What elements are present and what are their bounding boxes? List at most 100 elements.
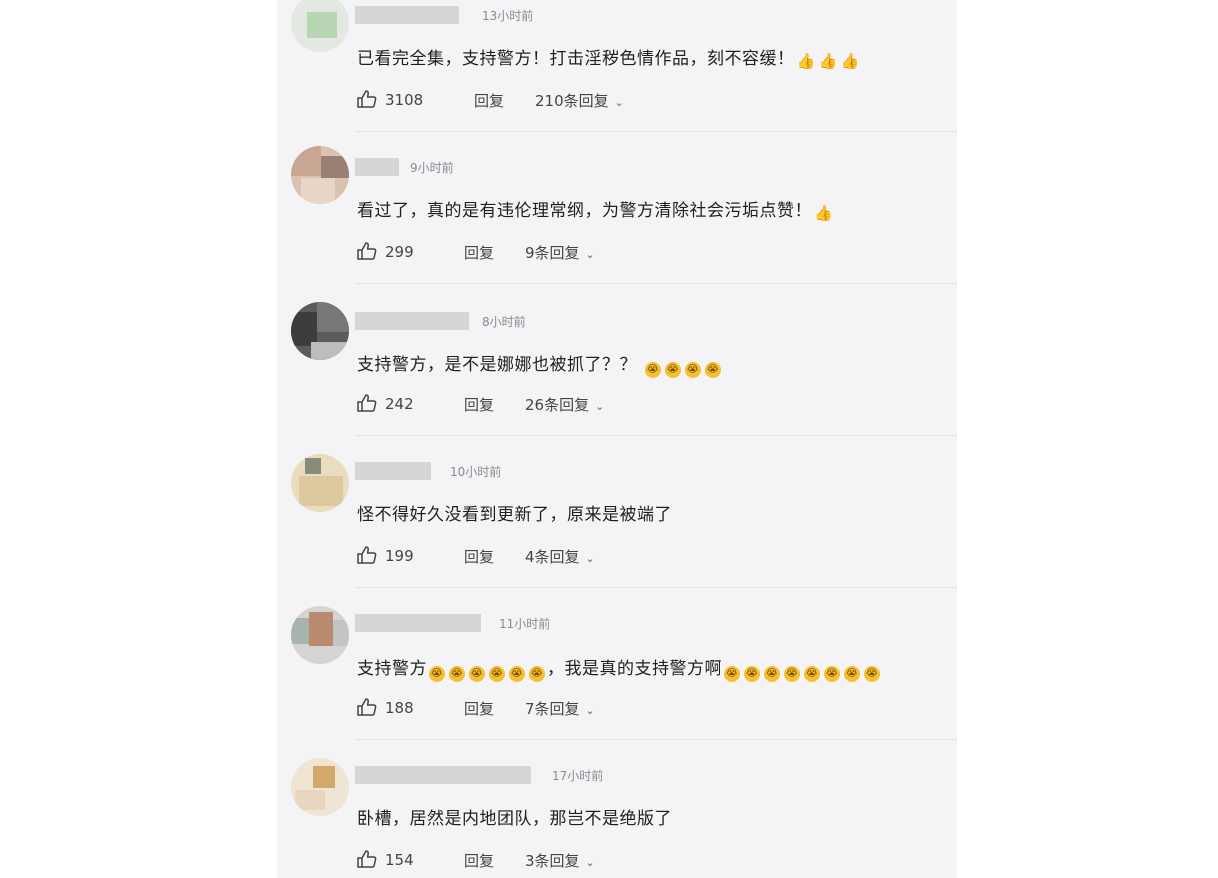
like-button[interactable]: 188 [357,698,414,717]
thumbs-up-outline-icon [357,698,377,716]
comment-time: 10小时前 [450,465,502,479]
chevron-down-icon: ⌄ [585,704,595,717]
like-button[interactable]: 299 [357,242,414,261]
comment-actions: 3108 回复 210条回复 ⌄ [357,90,757,114]
reply-button[interactable]: 回复 [474,90,504,111]
thumbs-up-icon: 👍 [840,52,860,70]
crying-face-icon: 😭 [784,666,800,682]
comment-text: 卧槽，居然是内地团队，那岂不是绝版了 [357,804,672,829]
comment-text: 已看完全集，支持警方！打击淫秽色情作品，刻不容缓！ 👍 👍 👍 [357,44,861,69]
crying-face-icon: 😭 [644,362,661,378]
username-blurred[interactable] [355,158,399,176]
crying-face-icon: 😭 [469,666,485,682]
like-count: 242 [385,395,414,413]
thumbs-up-outline-icon [357,90,377,108]
crying-face-icon: 😭 [764,666,780,682]
comment-time: 9小时前 [410,161,454,175]
comment-item: 13小时前 已看完全集，支持警方！打击淫秽色情作品，刻不容缓！ 👍 👍 👍 3108 … [277,0,957,132]
expand-replies-button[interactable]: 7条回复 ⌄ [525,698,595,719]
like-button[interactable]: 199 [357,546,414,565]
comment-actions: 299 回复 9条回复 ⌄ [357,242,757,266]
crying-face-icon: 😭 [704,362,721,378]
crying-face-icon: 😭 [724,666,740,682]
username-blurred[interactable] [355,6,459,24]
crying-face-icon: 😭 [684,362,701,378]
avatar[interactable] [291,454,349,512]
expand-replies-button[interactable]: 3条回复 ⌄ [525,850,595,871]
comment-actions: 154 回复 3条回复 ⌄ [357,850,757,874]
avatar[interactable] [291,606,349,664]
crying-face-icon: 😭 [824,666,840,682]
comment-item: 11小时前 支持警方 😭 😭 😭 😭 😭 😭 ，我是真的支持警方啊 😭 😭 😭 😭 😭 😭 😭 😭 188 回… [277,588,957,740]
crying-face-icon: 😭 [449,666,465,682]
reply-count: 7条回复 [525,700,580,718]
thumbs-up-icon: 👍 [814,204,834,222]
reply-button[interactable]: 回复 [464,242,494,263]
thumbs-up-icon: 👍 [796,52,816,70]
chevron-down-icon: ⌄ [614,96,624,109]
thumbs-up-outline-icon [357,546,377,564]
reply-button[interactable]: 回复 [464,850,494,871]
like-count: 188 [385,699,414,717]
chevron-down-icon: ⌄ [585,552,595,565]
comment-time: 11小时前 [499,617,551,631]
crying-face-icon: 😭 [429,666,445,682]
reply-button[interactable]: 回复 [464,698,494,719]
username-blurred[interactable] [355,614,481,632]
like-count: 199 [385,547,414,565]
crying-face-icon: 😭 [664,362,681,378]
comment-time: 8小时前 [482,315,526,329]
avatar[interactable] [291,146,349,204]
crying-face-icon: 😭 [489,666,505,682]
crying-face-icon: 😭 [529,666,545,682]
comment-body: 支持警方，是不是娜娜也被抓了？？ [357,355,637,375]
avatar[interactable] [291,302,349,360]
expand-replies-button[interactable]: 26条回复 ⌄ [525,394,604,415]
comment-body: 已看完全集，支持警方！打击淫秽色情作品，刻不容缓！ [357,49,795,69]
comment-time: 17小时前 [552,769,604,783]
comment-text: 怪不得好久没看到更新了，原来是被端了 [357,500,672,525]
comment-body: 看过了，真的是有违伦理常纲，为警方清除社会污垢点赞！ [357,201,812,221]
avatar[interactable] [291,0,349,52]
reply-count: 26条回复 [525,396,590,414]
comment-text: 支持警方，是不是娜娜也被抓了？？ 😭 😭 😭 😭 [357,350,723,378]
comment-item: 9小时前 看过了，真的是有违伦理常纲，为警方清除社会污垢点赞！ 👍 299 回复 … [277,132,957,284]
thumbs-up-outline-icon [357,242,377,260]
avatar[interactable] [291,758,349,816]
reply-count: 9条回复 [525,244,580,262]
thumbs-up-outline-icon [357,850,377,868]
like-count: 154 [385,851,414,869]
comment-list: 13小时前 已看完全集，支持警方！打击淫秽色情作品，刻不容缓！ 👍 👍 👍 3108 … [277,0,957,878]
comment-item: 17小时前 卧槽，居然是内地团队，那岂不是绝版了 154 回复 3条回复 ⌄ [277,740,957,878]
comment-item: 10小时前 怪不得好久没看到更新了，原来是被端了 199 回复 4条回复 ⌄ [277,436,957,588]
comment-body: 卧槽，居然是内地团队，那岂不是绝版了 [357,809,672,829]
comment-actions: 242 回复 26条回复 ⌄ [357,394,757,418]
chevron-down-icon: ⌄ [585,248,595,261]
reply-count: 4条回复 [525,548,580,566]
comment-text: 看过了，真的是有违伦理常纲，为警方清除社会污垢点赞！ 👍 [357,196,834,221]
expand-replies-button[interactable]: 210条回复 ⌄ [535,90,624,111]
chevron-down-icon: ⌄ [595,400,605,413]
thumbs-up-outline-icon [357,394,377,412]
crying-face-icon: 😭 [509,666,525,682]
like-button[interactable]: 154 [357,850,414,869]
crying-face-icon: 😭 [744,666,760,682]
expand-replies-button[interactable]: 4条回复 ⌄ [525,546,595,567]
crying-face-icon: 😭 [804,666,820,682]
comment-body: 怪不得好久没看到更新了，原来是被端了 [357,505,672,525]
reply-button[interactable]: 回复 [464,546,494,567]
like-button[interactable]: 3108 [357,90,423,109]
expand-replies-button[interactable]: 9条回复 ⌄ [525,242,595,263]
comment-body: 支持警方 [357,659,427,679]
like-button[interactable]: 242 [357,394,414,413]
username-blurred[interactable] [355,462,431,480]
comment-item: 8小时前 支持警方，是不是娜娜也被抓了？？ 😭 😭 😭 😭 242 回复 26条回复 ⌄ [277,284,957,436]
username-blurred[interactable] [355,312,469,330]
chevron-down-icon: ⌄ [585,856,595,869]
username-blurred[interactable] [355,766,531,784]
like-count: 3108 [385,91,424,109]
reply-button[interactable]: 回复 [464,394,494,415]
comment-body-continued: ，我是真的支持警方啊 [547,659,722,679]
comment-time: 13小时前 [482,9,534,23]
crying-face-icon: 😭 [864,666,880,682]
